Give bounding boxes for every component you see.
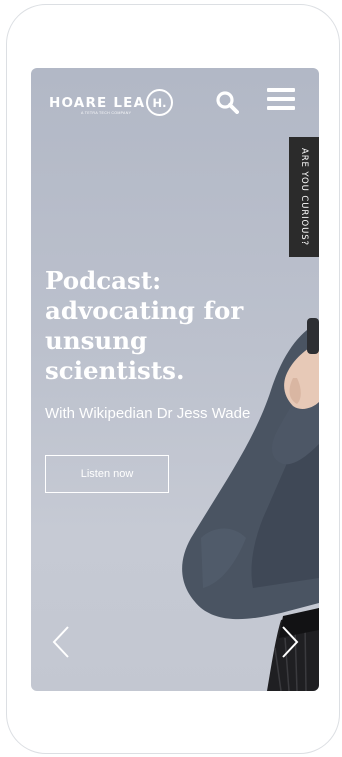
hero-screen: HOARE LEA A TETRA TECH COMPANY H. ARE YO… xyxy=(31,68,319,691)
hamburger-menu-button[interactable] xyxy=(267,88,295,114)
chevron-left-icon xyxy=(52,626,69,658)
brand-logo[interactable]: HOARE LEA A TETRA TECH COMPANY H. xyxy=(49,89,179,117)
hamburger-menu-icon xyxy=(267,88,295,110)
listen-now-button[interactable]: Listen now xyxy=(45,455,169,493)
logo-mark: H. xyxy=(146,89,173,116)
search-button[interactable] xyxy=(215,90,239,114)
logo-wordmark: HOARE LEA xyxy=(49,95,146,111)
are-you-curious-tab[interactable]: ARE YOU CURIOUS? xyxy=(289,137,319,257)
hero-title: Podcast: advocating for unsung scientist… xyxy=(45,266,244,385)
chevron-right-icon xyxy=(282,626,299,658)
logo-tagline: A TETRA TECH COMPANY xyxy=(81,111,132,115)
search-icon xyxy=(216,91,239,114)
carousel-next-button[interactable] xyxy=(277,624,301,660)
carousel-prev-button[interactable] xyxy=(50,624,74,660)
curious-tab-label: ARE YOU CURIOUS? xyxy=(299,148,309,246)
hero-subtitle: With Wikipedian Dr Jess Wade xyxy=(45,405,251,422)
